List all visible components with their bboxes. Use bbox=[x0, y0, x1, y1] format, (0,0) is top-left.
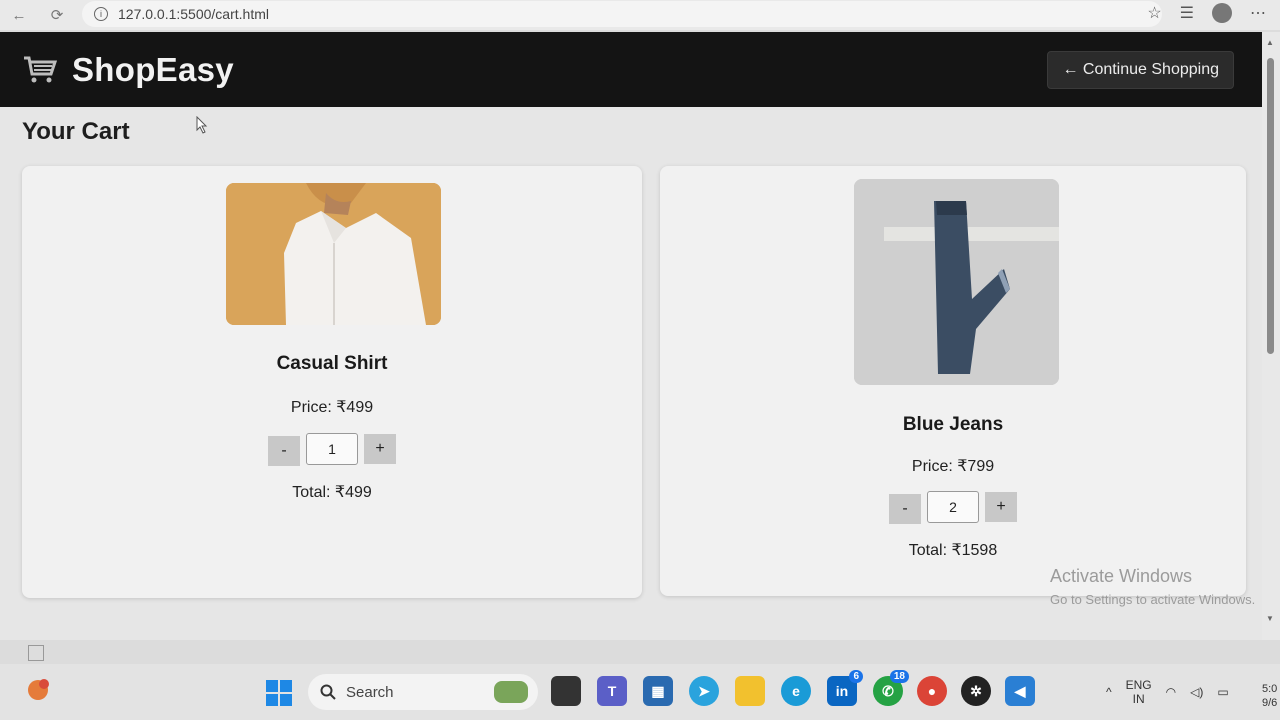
mouse-cursor-icon bbox=[196, 116, 208, 134]
clock-date: 9/6 bbox=[1262, 697, 1278, 709]
reload-icon[interactable]: ⟳ bbox=[44, 4, 70, 26]
page-title: Your Cart bbox=[22, 118, 130, 145]
telegram-icon[interactable]: ➤ bbox=[689, 676, 719, 706]
shopping-cart-icon bbox=[24, 56, 58, 82]
wifi-icon[interactable]: ◠ bbox=[1166, 685, 1176, 699]
decrease-quantity-button[interactable]: - bbox=[889, 494, 921, 524]
brand-name: ShopEasy bbox=[72, 50, 234, 88]
broken-image-icon bbox=[28, 645, 44, 661]
product-price: Price: ₹799 bbox=[911, 458, 995, 475]
clock[interactable]: 5:0 9/6 bbox=[1262, 682, 1277, 710]
search-label: Search bbox=[346, 683, 394, 701]
language-code: ENG bbox=[1125, 678, 1152, 692]
linkedin-icon[interactable]: in 6 bbox=[827, 670, 863, 706]
decrease-quantity-button[interactable]: - bbox=[268, 436, 300, 466]
site-header: ShopEasy ← Continue Shopping bbox=[0, 32, 1262, 107]
browser-toolbar: ← ⟳ i 127.0.0.1:5500/cart.html ☆ ☰ ⋯ bbox=[0, 0, 1280, 30]
file-explorer-icon[interactable] bbox=[735, 676, 765, 706]
cart-item-card: Blue Jeans Price: ₹799 - 2 + Total: ₹159… bbox=[660, 166, 1246, 596]
language-indicator[interactable]: ENG IN bbox=[1126, 678, 1152, 706]
page-content: ShopEasy ← Continue Shopping Your Cart C… bbox=[0, 32, 1262, 640]
product-price: Price: ₹499 bbox=[290, 399, 374, 416]
chevron-up-icon[interactable]: ^ bbox=[1106, 685, 1112, 699]
battery-icon[interactable]: ▭ bbox=[1217, 685, 1228, 699]
activation-watermark: Activate Windows Go to Settings to activ… bbox=[1050, 566, 1255, 607]
site-info-icon[interactable]: i bbox=[94, 7, 108, 21]
scroll-thumb[interactable] bbox=[1267, 58, 1274, 354]
item-total: Total: ₹499 bbox=[292, 484, 372, 501]
chatgpt-icon[interactable]: ✲ bbox=[961, 676, 991, 706]
product-image bbox=[854, 179, 1059, 385]
favorites-icon[interactable]: ☰ bbox=[1180, 3, 1194, 23]
edge-icon[interactable]: e bbox=[781, 676, 811, 706]
shirt-photo bbox=[226, 183, 441, 325]
vscode-icon[interactable]: ◀ bbox=[1005, 676, 1035, 706]
product-name: Casual Shirt bbox=[276, 353, 388, 374]
whatsapp-icon[interactable]: ✆ 18 bbox=[873, 670, 909, 706]
notification-badge: 18 bbox=[889, 670, 909, 683]
favorite-star-icon[interactable]: ☆ bbox=[1147, 3, 1161, 23]
scroll-up-icon[interactable]: ▲ bbox=[1266, 38, 1274, 47]
search-highlight-icon bbox=[494, 681, 528, 703]
product-image bbox=[226, 183, 441, 325]
chrome-icon[interactable]: ● bbox=[917, 676, 947, 706]
increase-quantity-button[interactable]: + bbox=[985, 492, 1017, 522]
brand[interactable]: ShopEasy bbox=[22, 51, 234, 89]
notification-badge: 6 bbox=[849, 670, 863, 683]
start-button[interactable] bbox=[266, 680, 292, 706]
clock-time: 5:0 bbox=[1262, 683, 1278, 695]
task-view-icon[interactable] bbox=[551, 676, 581, 706]
taskbar: Search T ▦ ➤ e in 6 ✆ 18 ● ✲ ◀ ^ ENG IN … bbox=[0, 664, 1280, 720]
address-bar[interactable]: i 127.0.0.1:5500/cart.html bbox=[82, 1, 1162, 27]
windows-logo-icon bbox=[266, 680, 278, 692]
scroll-down-icon[interactable]: ▼ bbox=[1266, 614, 1274, 623]
more-icon[interactable]: ⋯ bbox=[1250, 3, 1266, 23]
volume-icon[interactable]: ◁) bbox=[1190, 685, 1203, 699]
jeans-photo bbox=[854, 179, 1059, 385]
profile-avatar[interactable] bbox=[1212, 3, 1232, 23]
quantity-controls: - 2 + bbox=[660, 490, 1246, 524]
cart-item-card: Casual Shirt Price: ₹499 - 1 + Total: ₹4… bbox=[22, 166, 642, 598]
quantity-controls: - 1 + bbox=[22, 432, 642, 466]
system-tray: ^ ENG IN ◠ ◁) ▭ bbox=[1106, 678, 1229, 706]
teams-icon[interactable]: T bbox=[597, 676, 627, 706]
store-icon[interactable]: ▦ bbox=[643, 676, 673, 706]
increase-quantity-button[interactable]: + bbox=[364, 434, 396, 464]
search-icon bbox=[320, 684, 336, 700]
watermark-title: Activate Windows bbox=[1050, 566, 1193, 586]
item-total: Total: ₹1598 bbox=[908, 542, 998, 559]
url-text: 127.0.0.1:5500/cart.html bbox=[118, 6, 269, 22]
quantity-input[interactable]: 1 bbox=[306, 433, 358, 465]
browser-actions: ☆ ☰ ⋯ bbox=[1147, 3, 1266, 23]
page-scrollbar[interactable]: ▲ ▼ bbox=[1262, 32, 1280, 640]
taskbar-search[interactable]: Search bbox=[308, 674, 538, 710]
weather-widget-icon[interactable] bbox=[24, 674, 54, 704]
back-icon[interactable]: ← bbox=[6, 4, 32, 26]
product-name: Blue Jeans bbox=[902, 414, 1004, 435]
continue-shopping-button[interactable]: ← Continue Shopping bbox=[1047, 50, 1234, 89]
watermark-subtitle: Go to Settings to activate Windows. bbox=[1050, 592, 1256, 607]
quantity-input[interactable]: 2 bbox=[927, 491, 979, 523]
region-code: IN bbox=[1132, 692, 1145, 706]
